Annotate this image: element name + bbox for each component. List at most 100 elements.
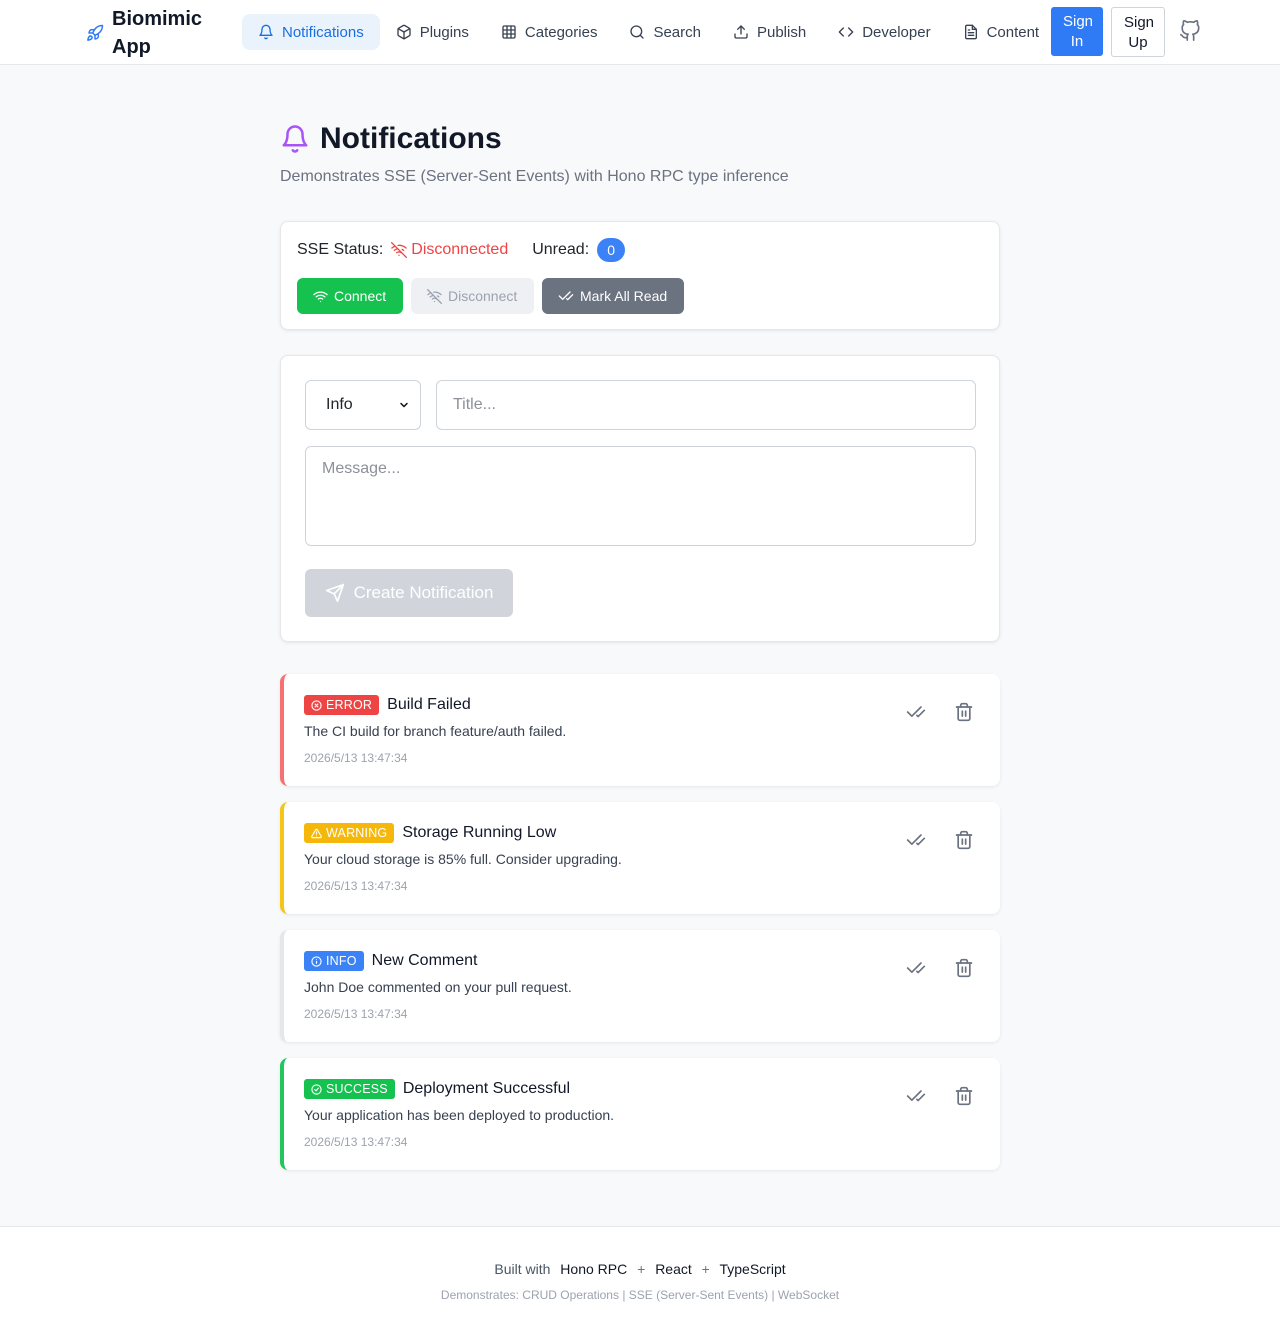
- check-circle-icon: [311, 1083, 322, 1095]
- mark-all-read-button[interactable]: Mark All Read: [542, 278, 684, 314]
- unread-count-badge: 0: [597, 238, 626, 262]
- nav-item-plugins[interactable]: Plugins: [380, 14, 485, 50]
- notification-type-badge: ERROR: [304, 695, 380, 715]
- main-nav: Notifications Plugins Categories Search …: [242, 14, 1055, 50]
- notification-title: Build Failed: [387, 696, 471, 713]
- wifi-off-icon: [427, 288, 442, 304]
- sse-status-value: Disconnected: [391, 241, 508, 259]
- notification-item: INFO New Comment John Doe commented on y…: [280, 930, 1000, 1042]
- notification-message: The CI build for branch feature/auth fai…: [304, 723, 567, 739]
- tech-hono: Hono RPC: [560, 1261, 628, 1277]
- info-icon: [311, 955, 322, 967]
- tech-react: React: [655, 1261, 692, 1277]
- notification-message: John Doe commented on your pull request.: [304, 979, 572, 995]
- nav-item-search[interactable]: Search: [613, 14, 717, 50]
- nav-item-label: Content: [986, 23, 1040, 41]
- nav-item-developer[interactable]: Developer: [822, 14, 946, 50]
- sse-status-card: SSE Status: Disconnected Unread: 0 Conne…: [280, 221, 1000, 330]
- message-input[interactable]: [305, 446, 976, 546]
- disconnect-button[interactable]: Disconnect: [411, 278, 534, 314]
- connect-button[interactable]: Connect: [297, 278, 403, 314]
- sign-in-button[interactable]: Sign In: [1051, 7, 1103, 56]
- plus-separator: +: [701, 1261, 710, 1277]
- file-icon: [963, 24, 979, 40]
- brand-name: Biomimic App: [112, 8, 203, 58]
- brand[interactable]: Biomimic App: [86, 6, 226, 60]
- page-subtitle: Demonstrates SSE (Server-Sent Events) wi…: [280, 168, 789, 185]
- top-navbar: Biomimic App Notifications Plugins Categ…: [0, 0, 1280, 65]
- footer: Built with Hono RPC + React + TypeScript…: [0, 1226, 1280, 1335]
- nav-item-label: Plugins: [419, 23, 469, 41]
- notification-item: SUCCESS Deployment Successful Your appli…: [280, 1058, 1000, 1170]
- github-icon[interactable]: [1179, 20, 1201, 42]
- warning-icon: [311, 828, 322, 839]
- trash-icon[interactable]: [954, 957, 974, 979]
- unread-label: Unread:: [532, 241, 590, 258]
- create-notification-button[interactable]: Create Notification: [305, 569, 513, 617]
- status-row: SSE Status: Disconnected Unread: 0: [297, 238, 626, 262]
- upload-icon: [733, 24, 749, 40]
- trash-icon[interactable]: [954, 1085, 974, 1107]
- mark-all-read-label: Mark All Read: [580, 288, 668, 304]
- nav-item-content[interactable]: Content: [947, 14, 1056, 50]
- notification-timestamp: 2026/5/13 13:47:34: [304, 1007, 408, 1021]
- nav-item-label: Notifications: [282, 23, 364, 41]
- nav-item-label: Search: [653, 23, 701, 41]
- sign-up-button[interactable]: Sign Up: [1111, 7, 1165, 57]
- create-notification-label: Create Notification: [353, 583, 494, 602]
- notification-type-select[interactable]: Info: [305, 380, 421, 430]
- nav-item-notifications[interactable]: Notifications: [242, 14, 380, 50]
- mark-read-icon[interactable]: [906, 702, 926, 722]
- connect-label: Connect: [334, 288, 387, 304]
- notification-timestamp: 2026/5/13 13:47:34: [304, 879, 408, 893]
- nav-item-publish[interactable]: Publish: [717, 14, 822, 50]
- notification-title: Deployment Successful: [402, 1080, 571, 1097]
- badge-label: ERROR: [326, 698, 373, 712]
- check-check-icon: [558, 288, 574, 304]
- notification-type-badge: WARNING: [304, 823, 395, 843]
- notification-title: New Comment: [371, 952, 478, 969]
- title-input[interactable]: [436, 380, 976, 430]
- badge-label: SUCCESS: [326, 1082, 388, 1096]
- badge-label: WARNING: [326, 826, 388, 840]
- plus-separator: +: [637, 1261, 646, 1277]
- notification-timestamp: 2026/5/13 13:47:34: [304, 751, 408, 765]
- chevron-down-icon: [398, 399, 410, 411]
- wifi-icon: [313, 289, 328, 304]
- mark-read-icon[interactable]: [906, 1086, 926, 1106]
- nav-item-categories[interactable]: Categories: [485, 14, 614, 50]
- notification-header: SUCCESS Deployment Successful: [304, 1079, 570, 1099]
- nav-item-label: Developer: [862, 23, 931, 41]
- rocket-icon: [86, 24, 104, 42]
- disconnect-label: Disconnect: [448, 288, 518, 304]
- notification-title: Storage Running Low: [402, 824, 557, 841]
- wifi-off-icon: [391, 242, 408, 258]
- type-select-value: Info: [326, 396, 353, 413]
- mark-read-icon[interactable]: [906, 958, 926, 978]
- mark-read-icon[interactable]: [906, 830, 926, 850]
- page-header: Notifications: [280, 120, 502, 158]
- search-icon: [629, 24, 645, 40]
- sse-status-label: SSE Status:: [297, 241, 384, 258]
- trash-icon[interactable]: [954, 829, 974, 851]
- sse-actions: Connect Disconnect Mark All Read: [297, 278, 684, 314]
- badge-label: INFO: [326, 954, 357, 968]
- notification-item: ERROR Build Failed The CI build for bran…: [280, 674, 1000, 786]
- footer-built-with: Built with Hono RPC + React + TypeScript: [0, 1261, 1280, 1277]
- sse-status-text: Disconnected: [411, 241, 509, 258]
- grid-icon: [501, 24, 517, 40]
- notification-header: WARNING Storage Running Low: [304, 823, 556, 843]
- trash-icon[interactable]: [954, 701, 974, 723]
- page-title: Notifications: [320, 122, 502, 155]
- notification-item: WARNING Storage Running Low Your cloud s…: [280, 802, 1000, 914]
- notification-message: Your application has been deployed to pr…: [304, 1107, 615, 1123]
- create-notification-card: Info Create Notification: [280, 355, 1000, 642]
- notification-timestamp: 2026/5/13 13:47:34: [304, 1135, 408, 1149]
- x-circle-icon: [311, 699, 322, 711]
- notification-message: Your cloud storage is 85% full. Consider…: [304, 851, 622, 867]
- notification-type-badge: INFO: [304, 951, 364, 971]
- code-icon: [838, 24, 854, 40]
- tech-typescript: TypeScript: [719, 1261, 786, 1277]
- footer-demonstrates: Demonstrates: CRUD Operations | SSE (Ser…: [440, 1288, 840, 1302]
- nav-item-label: Categories: [524, 23, 598, 41]
